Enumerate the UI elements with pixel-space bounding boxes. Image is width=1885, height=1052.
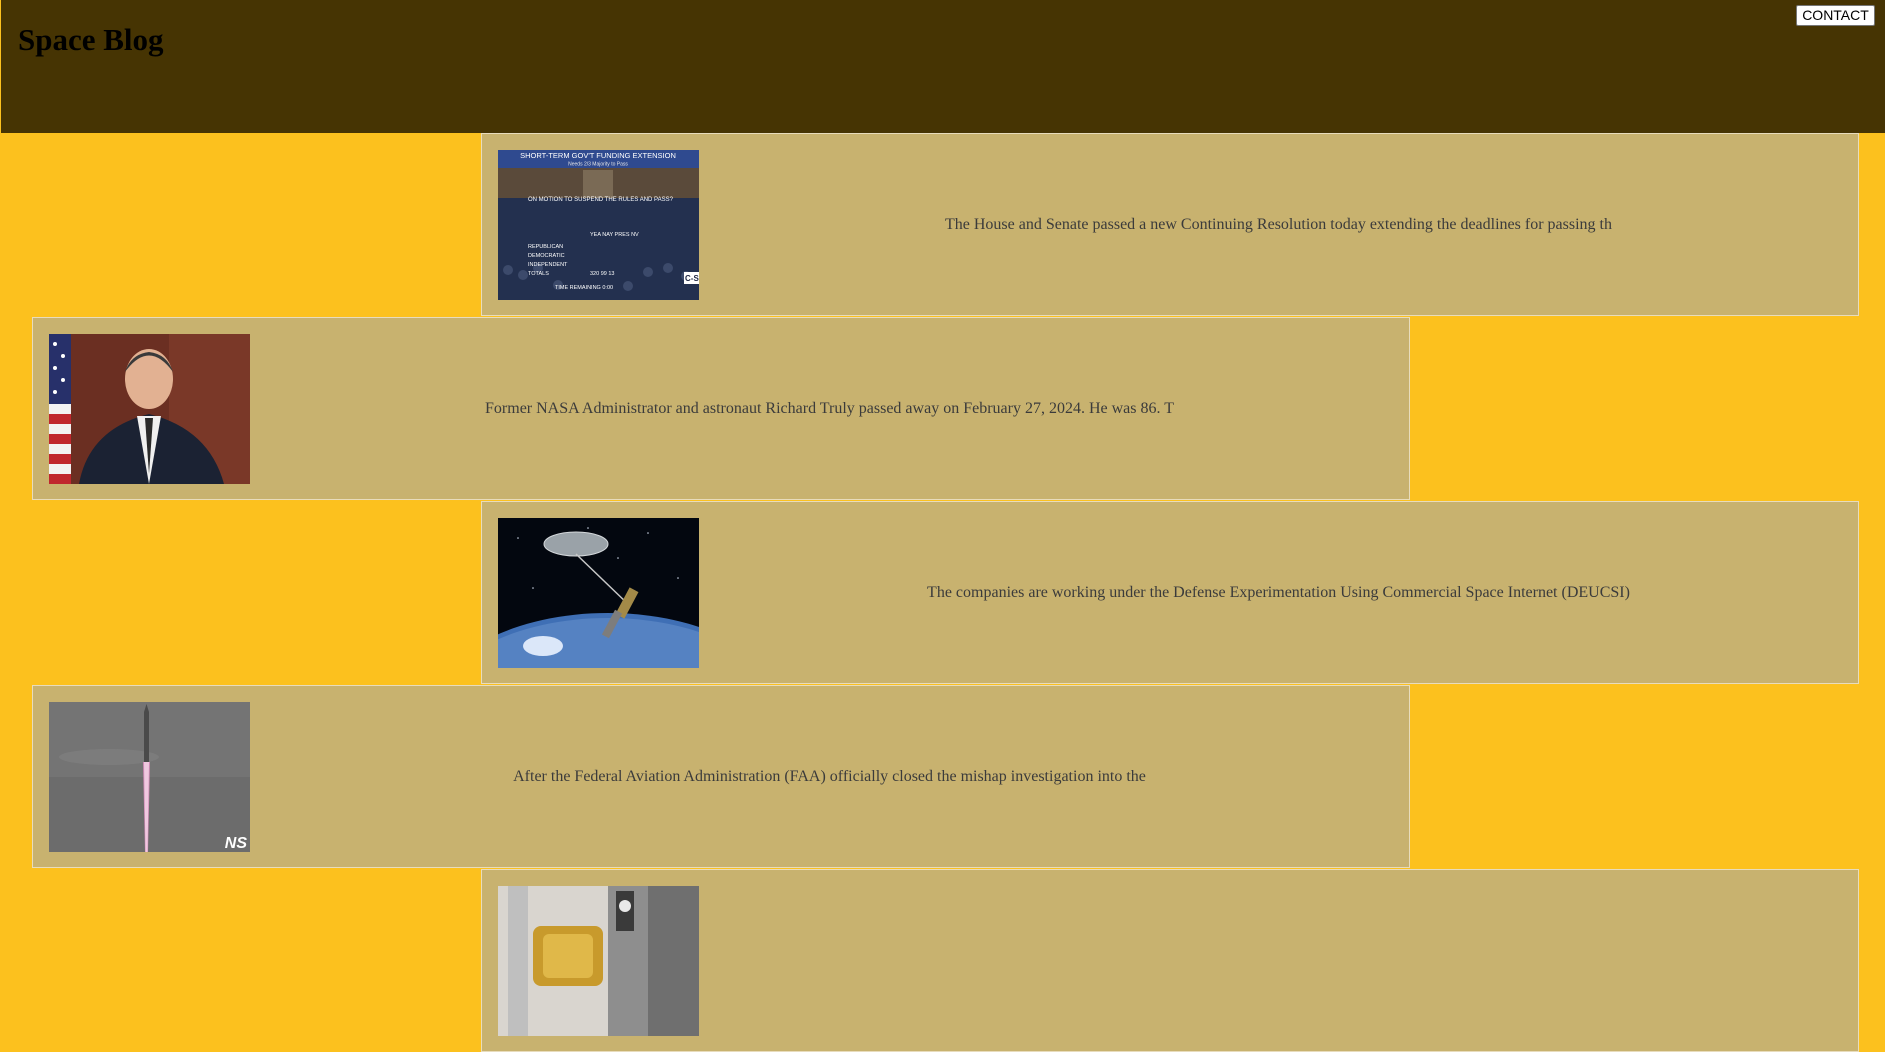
site-header: Space Blog CONTACT: [1, 0, 1885, 133]
svg-text:SHORT-TERM GOV'T FUNDING EXTEN: SHORT-TERM GOV'T FUNDING EXTENSION: [520, 151, 676, 160]
svg-text:Needs 2/3 Majority to Pass: Needs 2/3 Majority to Pass: [568, 162, 628, 168]
svg-text:INDEPENDENT: INDEPENDENT: [528, 262, 568, 268]
post-card[interactable]: Former NASA Administrator and astronaut …: [32, 317, 1410, 500]
house-vote-tally-image[interactable]: SHORT-TERM GOV'T FUNDING EXTENSION Needs…: [498, 150, 699, 300]
svg-text:DEMOCRATIC: DEMOCRATIC: [528, 253, 565, 259]
svg-text:TIME REMAINING 0:00: TIME REMAINING 0:00: [555, 285, 613, 291]
post-excerpt[interactable]: After the Federal Aviation Administratio…: [250, 686, 1409, 867]
post-excerpt[interactable]: The House and Senate passed a new Contin…: [699, 134, 1858, 315]
post-card[interactable]: [481, 869, 1859, 1052]
svg-text:ON MOTION TO SUSPEND THE RULES: ON MOTION TO SUSPEND THE RULES AND PASS?: [528, 197, 674, 203]
portrait-with-flag-image[interactable]: [49, 334, 250, 484]
site-title: Space Blog: [18, 22, 164, 57]
svg-text:NS: NS: [225, 835, 248, 852]
svg-text:TOTALS: TOTALS: [528, 271, 549, 277]
post-card[interactable]: SHORT-TERM GOV'T FUNDING EXTENSION Needs…: [481, 133, 1859, 316]
post-excerpt[interactable]: [699, 870, 1858, 1051]
svg-text:320 99 13: 320 99 13: [590, 271, 614, 277]
post-excerpt[interactable]: The companies are working under the Defe…: [699, 502, 1858, 683]
svg-text:C-S: C-S: [685, 274, 699, 283]
satellite-over-earth-image[interactable]: [498, 518, 699, 668]
post-card[interactable]: The companies are working under the Defe…: [481, 501, 1859, 684]
contact-button[interactable]: CONTACT: [1796, 5, 1875, 26]
post-excerpt[interactable]: Former NASA Administrator and astronaut …: [250, 318, 1409, 499]
rocket-launch-image[interactable]: NS: [49, 702, 250, 852]
svg-text:YEA NAY PRES NV: YEA NAY PRES NV: [590, 232, 639, 238]
post-card[interactable]: NS After the Federal Aviation Administra…: [32, 685, 1410, 868]
svg-text:REPUBLICAN: REPUBLICAN: [528, 244, 563, 250]
spacecraft-hardware-image[interactable]: [498, 886, 699, 1036]
